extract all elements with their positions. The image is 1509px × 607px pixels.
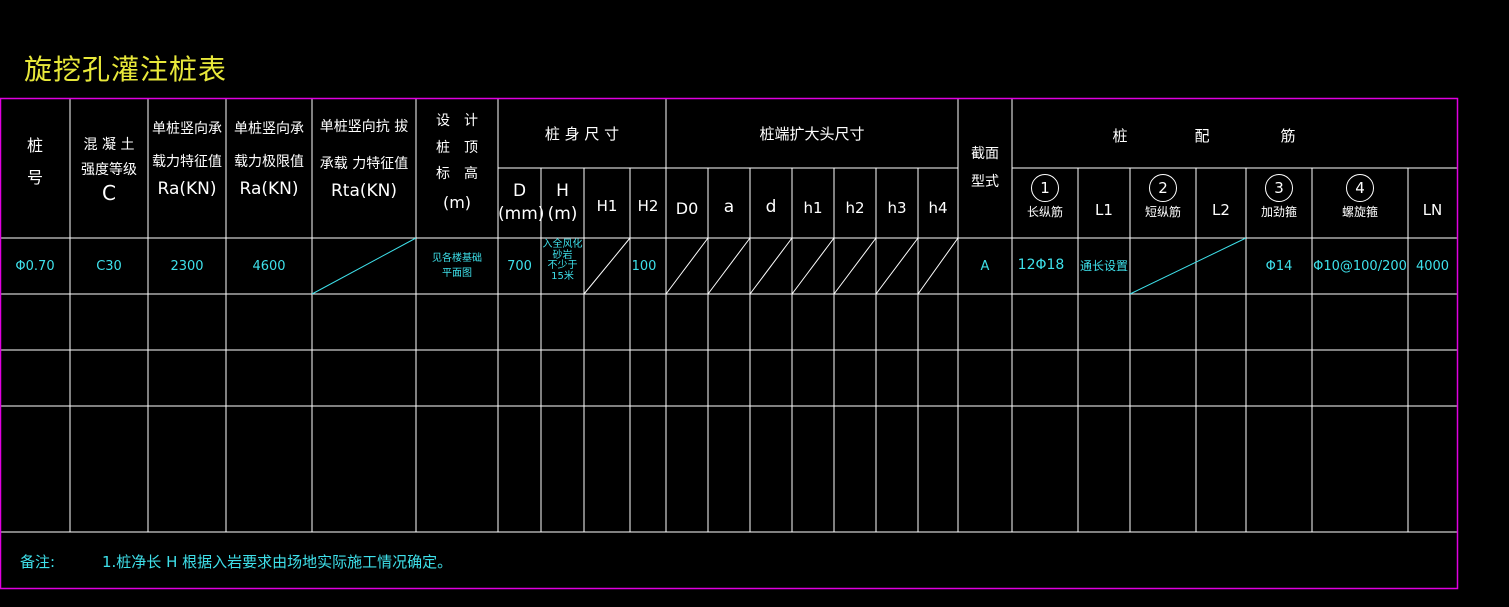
cell-H-line1: 入全风化	[542, 239, 583, 250]
header-elevation-line3: 标 高	[436, 166, 478, 183]
header-ra-limit-line2: 载力极限值	[234, 153, 304, 170]
header-ra-sym: Ra(KN)	[157, 178, 217, 199]
cell-ra-limit: 4600	[252, 259, 286, 274]
cell-H-line4: 15米	[551, 270, 574, 282]
header-ra-line2: 载力特征值	[152, 153, 222, 170]
header-rta-sym: Rta(KN)	[330, 180, 398, 201]
header-H2: H2	[637, 197, 659, 215]
header-d: d	[765, 197, 777, 217]
cell-H2: 100	[631, 259, 657, 274]
header-rebar-4: 4 螺旋箍	[1312, 174, 1408, 220]
header-elevation-line2: 桩 顶	[436, 139, 478, 156]
header-h3: h3	[887, 199, 907, 217]
header-pile-no-line2: 号	[26, 168, 43, 187]
header-concrete-sym: C	[102, 180, 116, 205]
header-h1: h1	[803, 199, 823, 217]
cell-LN: 4000	[1415, 259, 1450, 274]
header-L2: L2	[1212, 201, 1230, 219]
header-rebar-4-label: 螺旋箍	[1341, 205, 1378, 219]
header-rebar-group-2: 配	[1194, 127, 1210, 145]
header-h2: h2	[845, 199, 865, 217]
header-L1: L1	[1095, 201, 1113, 219]
header-pile-no-line1: 桩	[26, 136, 43, 155]
header-rebar-1: 1 长纵筋	[1012, 174, 1078, 220]
cell-rebar-4: Φ10@100/200	[1313, 259, 1407, 274]
cell-section: A	[980, 259, 990, 274]
cell-elevation-line1: 见各楼基础	[432, 253, 482, 264]
header-H: H (m)	[541, 180, 584, 226]
header-enlarge-group: 桩端扩大头尺寸	[759, 125, 865, 143]
header-LN: LN	[1422, 201, 1443, 219]
header-H1: H1	[596, 197, 618, 215]
header-D: D (mm)	[498, 180, 545, 226]
header-rebar-group-3: 筋	[1280, 127, 1296, 145]
cell-H-line3: 不少于	[547, 260, 578, 271]
cell-L1: 通长设置	[1080, 259, 1129, 273]
header-elevation-sym: (m)	[442, 192, 472, 212]
header-H-sym: H	[556, 181, 569, 201]
header-h4: h4	[928, 199, 948, 217]
header-rta-line2: 承载 力特征值	[319, 155, 409, 172]
circle-2-icon: 2	[1149, 174, 1177, 202]
header-rebar-3-label: 加劲箍	[1260, 205, 1297, 219]
header-concrete-line1: 混 凝 土	[83, 137, 135, 153]
cell-elevation-line2: 平面图	[442, 267, 472, 279]
cell-pile-no: Φ0.70	[15, 259, 55, 274]
cell-rebar-1: 12Φ18	[1017, 257, 1065, 273]
header-ra-limit-line1: 单桩竖向承	[234, 121, 304, 137]
cell-rebar-3: Φ14	[1265, 259, 1293, 274]
header-elevation-line1: 设 计	[436, 113, 478, 129]
cell-D: 700	[507, 259, 532, 274]
header-rebar-2-label: 短纵筋	[1144, 205, 1181, 219]
cell-concrete: C30	[96, 259, 122, 274]
header-ra-limit: 单桩竖向承 载力极限值 Ra(KN)	[226, 120, 312, 201]
note-label: 备注:	[20, 553, 56, 571]
header-D-sym: D	[512, 181, 527, 201]
header-ra-limit-sym: Ra(KN)	[239, 178, 299, 199]
header-section: 截面 型式	[958, 140, 1012, 196]
header-concrete-line2: 强度等级	[81, 161, 137, 178]
header-body-group: 桩 身 尺 寸	[544, 125, 620, 143]
header-pile-no: 桩 号	[0, 130, 70, 194]
header-rebar-3: 3 加劲箍	[1246, 174, 1312, 220]
cell-elevation: 见各楼基础 平面图	[416, 253, 498, 279]
header-ra: 单桩竖向承 载力特征值 Ra(KN)	[148, 120, 226, 201]
header-rebar-2: 2 短纵筋	[1130, 174, 1196, 220]
header-rta: 单桩竖向抗 拔 承载 力特征值 Rta(KN)	[312, 118, 416, 203]
header-ra-line1: 单桩竖向承	[152, 121, 222, 137]
header-H-unit: (m)	[547, 203, 578, 224]
header-elevation: 设 计 桩 顶 标 高 (m)	[416, 108, 498, 218]
header-D0: D0	[675, 199, 699, 218]
header-concrete: 混 凝 土 强度等级 C	[70, 136, 148, 207]
header-rta-line1: 单桩竖向抗 拔	[319, 119, 409, 135]
header-D-unit: (mm)	[498, 203, 545, 224]
table-grid	[0, 97, 1459, 590]
cell-H: 入全风化 砂岩 不少于 15米	[541, 239, 584, 282]
circle-1-icon: 1	[1031, 174, 1059, 202]
header-rebar-group-1: 桩	[1112, 127, 1128, 145]
header-rebar-1-label: 长纵筋	[1026, 205, 1063, 219]
circle-4-icon: 4	[1346, 174, 1374, 202]
header-section-line2: 型式	[971, 174, 999, 190]
header-section-line1: 截面	[971, 146, 999, 162]
cell-ra: 2300	[170, 259, 204, 274]
circle-3-icon: 3	[1265, 174, 1293, 202]
header-a: a	[723, 197, 735, 217]
note-text: 1.桩净长 H 根据入岩要求由场地实际施工情况确定。	[102, 553, 453, 571]
